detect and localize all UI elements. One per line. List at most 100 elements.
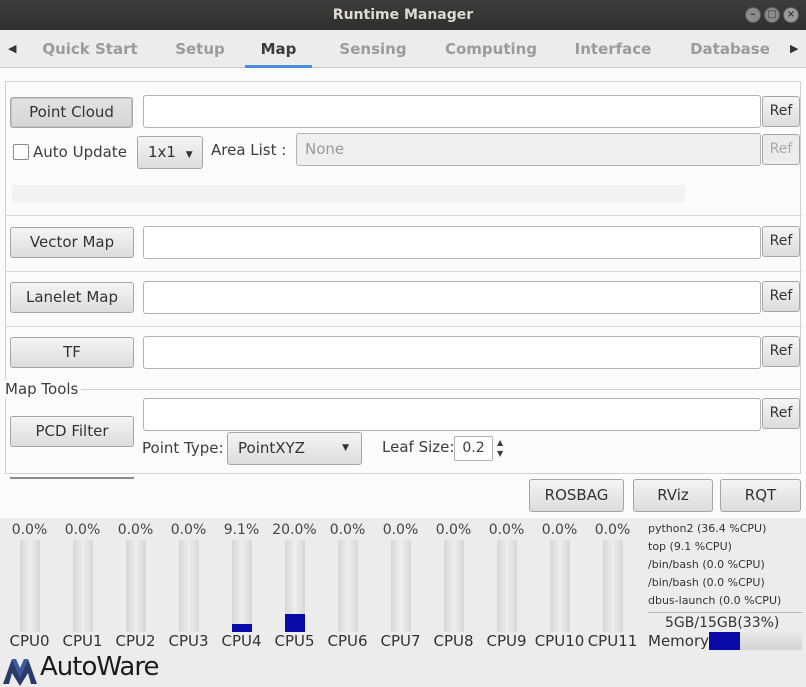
tab-computing[interactable]: Computing — [436, 30, 546, 68]
pcd-filter-ref-button[interactable]: Ref — [762, 398, 800, 429]
point-cloud-button[interactable]: Point Cloud — [10, 97, 133, 128]
tab-sensing[interactable]: Sensing — [326, 30, 420, 68]
vector-map-ref-button[interactable]: Ref — [762, 226, 800, 257]
horizontal-scrollbar[interactable] — [10, 477, 134, 479]
vector-map-button[interactable]: Vector Map — [10, 227, 134, 258]
point-type-dropdown[interactable]: PointXYZ ▼ — [227, 432, 362, 465]
area-list-ref-button: Ref — [762, 134, 800, 165]
process-divider — [648, 612, 802, 613]
auto-update-label: Auto Update — [33, 143, 127, 161]
rviz-button[interactable]: RViz — [633, 479, 713, 512]
grid-size-value: 1x1 — [148, 143, 176, 161]
tab-map[interactable]: Map — [245, 30, 312, 68]
chevron-down-icon: ▼ — [185, 150, 193, 160]
tab-bar: ◀ Quick Start Setup Map Sensing Computin… — [0, 30, 806, 68]
cpu-bar — [444, 540, 464, 632]
cpu-percent: 0.0% — [594, 522, 631, 538]
cpu-bar — [338, 540, 358, 632]
point-cloud-path-input[interactable] — [143, 95, 761, 128]
cpu-bar-fill — [285, 613, 305, 632]
rosbag-button[interactable]: ROSBAG — [529, 479, 624, 512]
point-type-label: Point Type: — [142, 439, 224, 457]
autoware-logo-text: AutoWare — [40, 652, 159, 682]
autoware-logo-icon — [3, 659, 37, 686]
leaf-size-spin-input[interactable]: 0.2 — [454, 436, 493, 461]
cpu-bar-fill — [232, 623, 252, 632]
cpu-bar — [497, 540, 517, 632]
cpu-percent: 0.0% — [488, 522, 525, 538]
cpu-label: CPU11 — [587, 632, 638, 650]
spin-up-icon[interactable]: ▲ — [497, 438, 503, 447]
point-cloud-progress-bar — [12, 185, 685, 202]
close-icon[interactable]: × — [783, 7, 799, 23]
lanelet-map-button[interactable]: Lanelet Map — [10, 282, 134, 313]
process-item: /bin/bash (0.0 %CPU) — [648, 558, 765, 571]
memory-bar — [709, 632, 802, 650]
tab-database[interactable]: Database — [682, 30, 778, 68]
rqt-button[interactable]: RQT — [720, 479, 801, 512]
point-cloud-ref-button[interactable]: Ref — [762, 96, 800, 127]
cpu-label: CPU10 — [534, 632, 585, 650]
system-monitor: 0.0% CPU0 0.0% CPU1 0.0% CPU2 0.0% CPU3 9.1% CPU4… — [0, 518, 806, 686]
cpu-label: CPU5 — [274, 632, 315, 650]
cpu-label: CPU9 — [486, 632, 527, 650]
minimize-icon[interactable]: – — [745, 7, 761, 23]
cpu-percent: 20.0% — [272, 522, 317, 538]
process-item: top (9.1 %CPU) — [648, 540, 732, 553]
lanelet-map-path-input[interactable] — [143, 281, 761, 314]
cpu-percent: 0.0% — [170, 522, 207, 538]
cpu-label: CPU7 — [380, 632, 421, 650]
cpu-percent: 0.0% — [382, 522, 419, 538]
cpu-bar — [603, 540, 623, 632]
cpu-bar — [73, 540, 93, 632]
map-tab-content: Point Cloud Ref Auto Update 1x1 ▼ Area L… — [0, 68, 806, 518]
cpu-label: CPU3 — [168, 632, 209, 650]
chevron-down-icon: ▼ — [342, 443, 349, 453]
cpu-label: CPU0 — [9, 632, 50, 650]
tab-quick-start[interactable]: Quick Start — [30, 30, 150, 68]
area-list-input: None — [296, 133, 761, 166]
spin-down-icon[interactable]: ▼ — [497, 449, 503, 458]
lanelet-map-ref-button[interactable]: Ref — [762, 281, 800, 312]
auto-update-checkbox[interactable] — [13, 144, 29, 160]
tab-scroll-right-icon[interactable]: ▶ — [790, 42, 798, 55]
tab-scroll-left-icon[interactable]: ◀ — [8, 42, 16, 55]
grid-size-dropdown[interactable]: 1x1 ▼ — [137, 136, 203, 169]
memory-bar-fill — [709, 632, 740, 650]
memory-label: Memory — [648, 632, 710, 650]
process-item: /bin/bash (0.0 %CPU) — [648, 576, 765, 589]
process-item: dbus-launch (0.0 %CPU) — [648, 594, 782, 607]
window-titlebar: Runtime Manager – □ × — [0, 0, 806, 30]
cpu-bar — [232, 540, 252, 632]
map-tools-label: Map Tools — [5, 380, 82, 398]
cpu-label: CPU1 — [62, 632, 103, 650]
maximize-icon[interactable]: □ — [764, 7, 780, 23]
cpu-label: CPU2 — [115, 632, 156, 650]
area-list-label: Area List : — [211, 141, 287, 159]
tf-button[interactable]: TF — [10, 337, 134, 368]
cpu-bar — [550, 540, 570, 632]
cpu-bar — [20, 540, 40, 632]
cpu-percent: 0.0% — [11, 522, 48, 538]
tf-ref-button[interactable]: Ref — [762, 336, 800, 367]
tf-path-input[interactable] — [143, 336, 761, 369]
pcd-filter-path-input[interactable] — [143, 398, 761, 431]
process-item: python2 (36.4 %CPU) — [648, 522, 767, 535]
cpu-percent: 0.0% — [541, 522, 578, 538]
point-type-value: PointXYZ — [238, 439, 305, 457]
cpu-bar — [179, 540, 199, 632]
cpu-percent: 0.0% — [64, 522, 101, 538]
memory-usage-text: 5GB/15GB(33%) — [665, 615, 780, 631]
cpu-bar — [285, 540, 305, 632]
vector-map-path-input[interactable] — [143, 226, 761, 259]
cpu-label: CPU4 — [221, 632, 262, 650]
leaf-size-label: Leaf Size: — [382, 438, 455, 456]
cpu-label: CPU8 — [433, 632, 474, 650]
tab-setup[interactable]: Setup — [160, 30, 240, 68]
tab-interface[interactable]: Interface — [560, 30, 666, 68]
pcd-filter-button[interactable]: PCD Filter — [10, 416, 134, 447]
cpu-percent: 0.0% — [435, 522, 472, 538]
cpu-label: CPU6 — [327, 632, 368, 650]
window-title: Runtime Manager — [332, 7, 474, 23]
cpu-bar — [391, 540, 411, 632]
